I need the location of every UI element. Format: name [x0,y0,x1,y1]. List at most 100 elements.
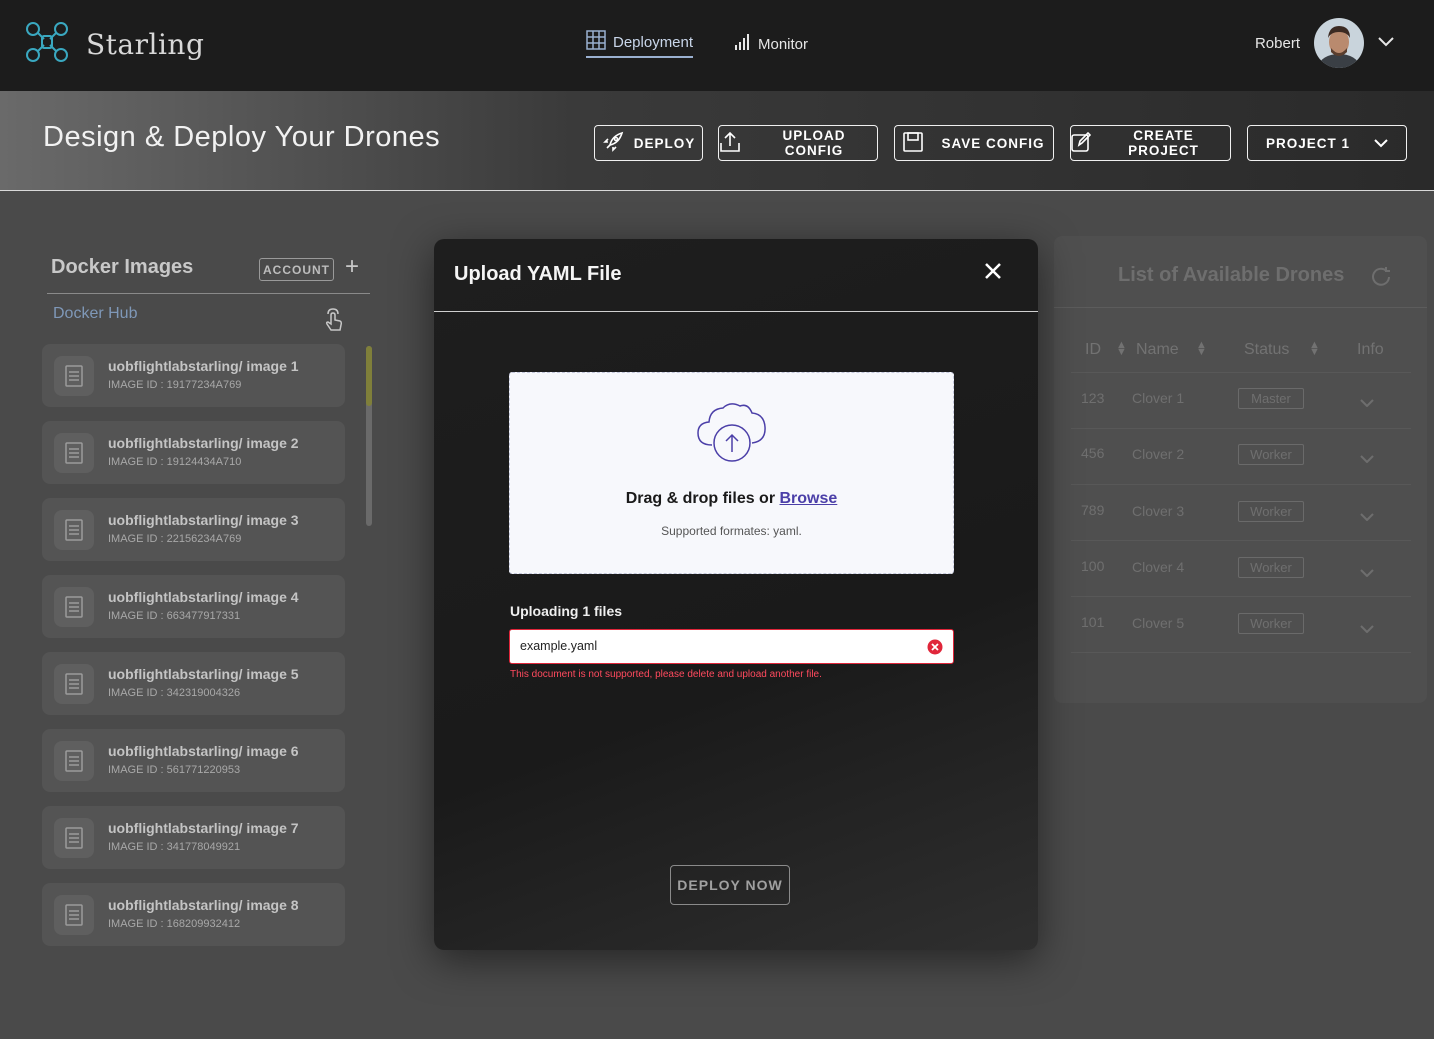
status-badge: Worker [1238,557,1304,578]
document-icon [54,664,94,704]
deploy-now-button[interactable]: DEPLOY NOW [670,865,790,905]
docker-image-card[interactable]: uobflightlabstarling/ image 1 IMAGE ID :… [42,344,345,407]
sort-icon[interactable]: ▲ ▼ [1116,340,1127,358]
scrollbar-thumb[interactable] [366,346,372,406]
divider [47,293,370,294]
drones-panel: List of Available Drones ID ▲ ▼ Name ▲ ▼ S… [1054,236,1427,703]
nav-monitor[interactable]: Monitor [735,34,808,54]
status-badge: Master [1238,388,1304,409]
top-navbar: Starling Deployment Monitor Robert [0,0,1434,91]
browse-link[interactable]: Browse [780,490,838,507]
column-header-name[interactable]: Name [1136,341,1179,359]
dropzone-text: Drag & drop files or Browse [510,490,953,508]
docker-image-card[interactable]: uobflightlabstarling/ image 4 IMAGE ID :… [42,575,345,638]
upload-icon [719,131,741,156]
modal-title: Upload YAML File [454,263,622,285]
drone-name: Clover 3 [1132,503,1185,519]
docker-image-card[interactable]: uobflightlabstarling/ image 2 IMAGE ID :… [42,421,345,484]
grid-icon [586,30,606,54]
save-icon [903,131,924,155]
brand[interactable]: Starling [24,20,204,69]
close-icon[interactable] [981,259,1005,283]
image-id: IMAGE ID : 341778049921 [108,841,241,853]
image-id: IMAGE ID : 168209932412 [108,918,241,930]
image-name: uobflightlabstarling/ image 1 [108,358,299,374]
row-divider [1071,596,1411,597]
create-project-button[interactable]: CREATE PROJECT [1070,125,1231,161]
app-name: Starling [86,28,205,61]
document-icon [54,741,94,781]
tap-icon[interactable] [322,308,344,337]
status-badge: Worker [1238,501,1304,522]
docker-image-card[interactable]: uobflightlabstarling/ image 7 IMAGE ID :… [42,806,345,869]
document-icon [54,433,94,473]
page-header: Design & Deploy Your Drones DEPLOY UPLOA… [0,91,1434,191]
document-icon [54,818,94,858]
drone-id: 789 [1081,502,1105,518]
create-project-label: CREATE PROJECT [1128,128,1199,158]
sort-icon[interactable]: ▲ ▼ [1309,340,1320,358]
chevron-down-icon[interactable] [1378,34,1394,52]
chevron-down-icon[interactable] [1360,508,1374,526]
chevron-down-icon[interactable] [1360,620,1374,638]
refresh-icon[interactable] [1370,266,1392,293]
add-image-button[interactable]: + [345,255,359,279]
docker-image-card[interactable]: uobflightlabstarling/ image 6 IMAGE ID :… [42,729,345,792]
image-name: uobflightlabstarling/ image 8 [108,897,299,913]
image-name: uobflightlabstarling/ image 5 [108,666,299,682]
remove-file-icon[interactable] [927,639,943,660]
divider [434,311,1038,312]
drone-id: 123 [1081,390,1105,406]
image-name: uobflightlabstarling/ image 3 [108,512,299,528]
image-name: uobflightlabstarling/ image 4 [108,589,299,605]
avatar[interactable] [1314,18,1364,68]
docker-image-card[interactable]: uobflightlabstarling/ image 5 IMAGE ID :… [42,652,345,715]
column-header-status[interactable]: Status [1244,341,1289,359]
docker-image-card[interactable]: uobflightlabstarling/ image 3 IMAGE ID :… [42,498,345,561]
signal-bars-icon [735,34,749,54]
chevron-down-icon[interactable] [1360,564,1374,582]
chevron-down-icon[interactable] [1360,394,1374,412]
image-id: IMAGE ID : 663477917331 [108,610,241,622]
chevron-down-icon[interactable] [1360,450,1374,468]
nav-deployment[interactable]: Deployment [586,30,694,58]
image-id: IMAGE ID : 19177234A769 [108,379,242,391]
drone-name: Clover 1 [1132,390,1185,406]
project-select-label: PROJECT 1 [1265,135,1351,151]
save-config-button[interactable]: SAVE CONFIG [894,125,1054,161]
deploy-button[interactable]: DEPLOY [594,125,703,161]
uploaded-file-item: example.yaml [509,629,954,664]
upload-config-button[interactable]: UPLOAD CONFIG [718,125,878,161]
edit-icon [1071,131,1092,155]
chevron-down-icon [1374,136,1388,151]
drone-name: Clover 4 [1132,559,1185,575]
row-divider [1071,484,1411,485]
save-config-label: SAVE CONFIG [941,135,1045,151]
column-header-id[interactable]: ID [1085,341,1101,359]
image-id: IMAGE ID : 561771220953 [108,764,241,776]
document-icon [54,587,94,627]
docker-hub-link[interactable]: Docker Hub [53,305,137,323]
user-menu[interactable]: Robert [1255,18,1394,68]
active-tab-underline [586,56,694,58]
drone-id: 101 [1081,614,1105,630]
status-badge: Worker [1238,613,1304,634]
drop-instruction: Drag & drop files or [625,490,780,507]
row-divider [1071,428,1411,429]
file-dropzone[interactable]: Drag & drop files or Browse Supported fo… [509,372,954,574]
row-divider [1071,372,1411,373]
project-select[interactable]: PROJECT 1 [1247,125,1407,161]
image-id: IMAGE ID : 342319004326 [108,687,241,699]
drone-logo-icon [24,20,70,69]
image-id: IMAGE ID : 19124434A710 [108,456,242,468]
sort-icon[interactable]: ▲ ▼ [1196,340,1207,358]
status-badge: Worker [1238,444,1304,465]
drone-name: Clover 2 [1132,446,1185,462]
cloud-upload-icon [696,401,768,468]
account-button[interactable]: ACCOUNT [259,258,334,281]
deploy-label: DEPLOY [633,135,696,151]
column-header-info: Info [1357,341,1384,358]
docker-images-title: Docker Images [51,256,194,278]
docker-image-card[interactable]: uobflightlabstarling/ image 8 IMAGE ID :… [42,883,345,946]
image-name: uobflightlabstarling/ image 2 [108,435,299,451]
